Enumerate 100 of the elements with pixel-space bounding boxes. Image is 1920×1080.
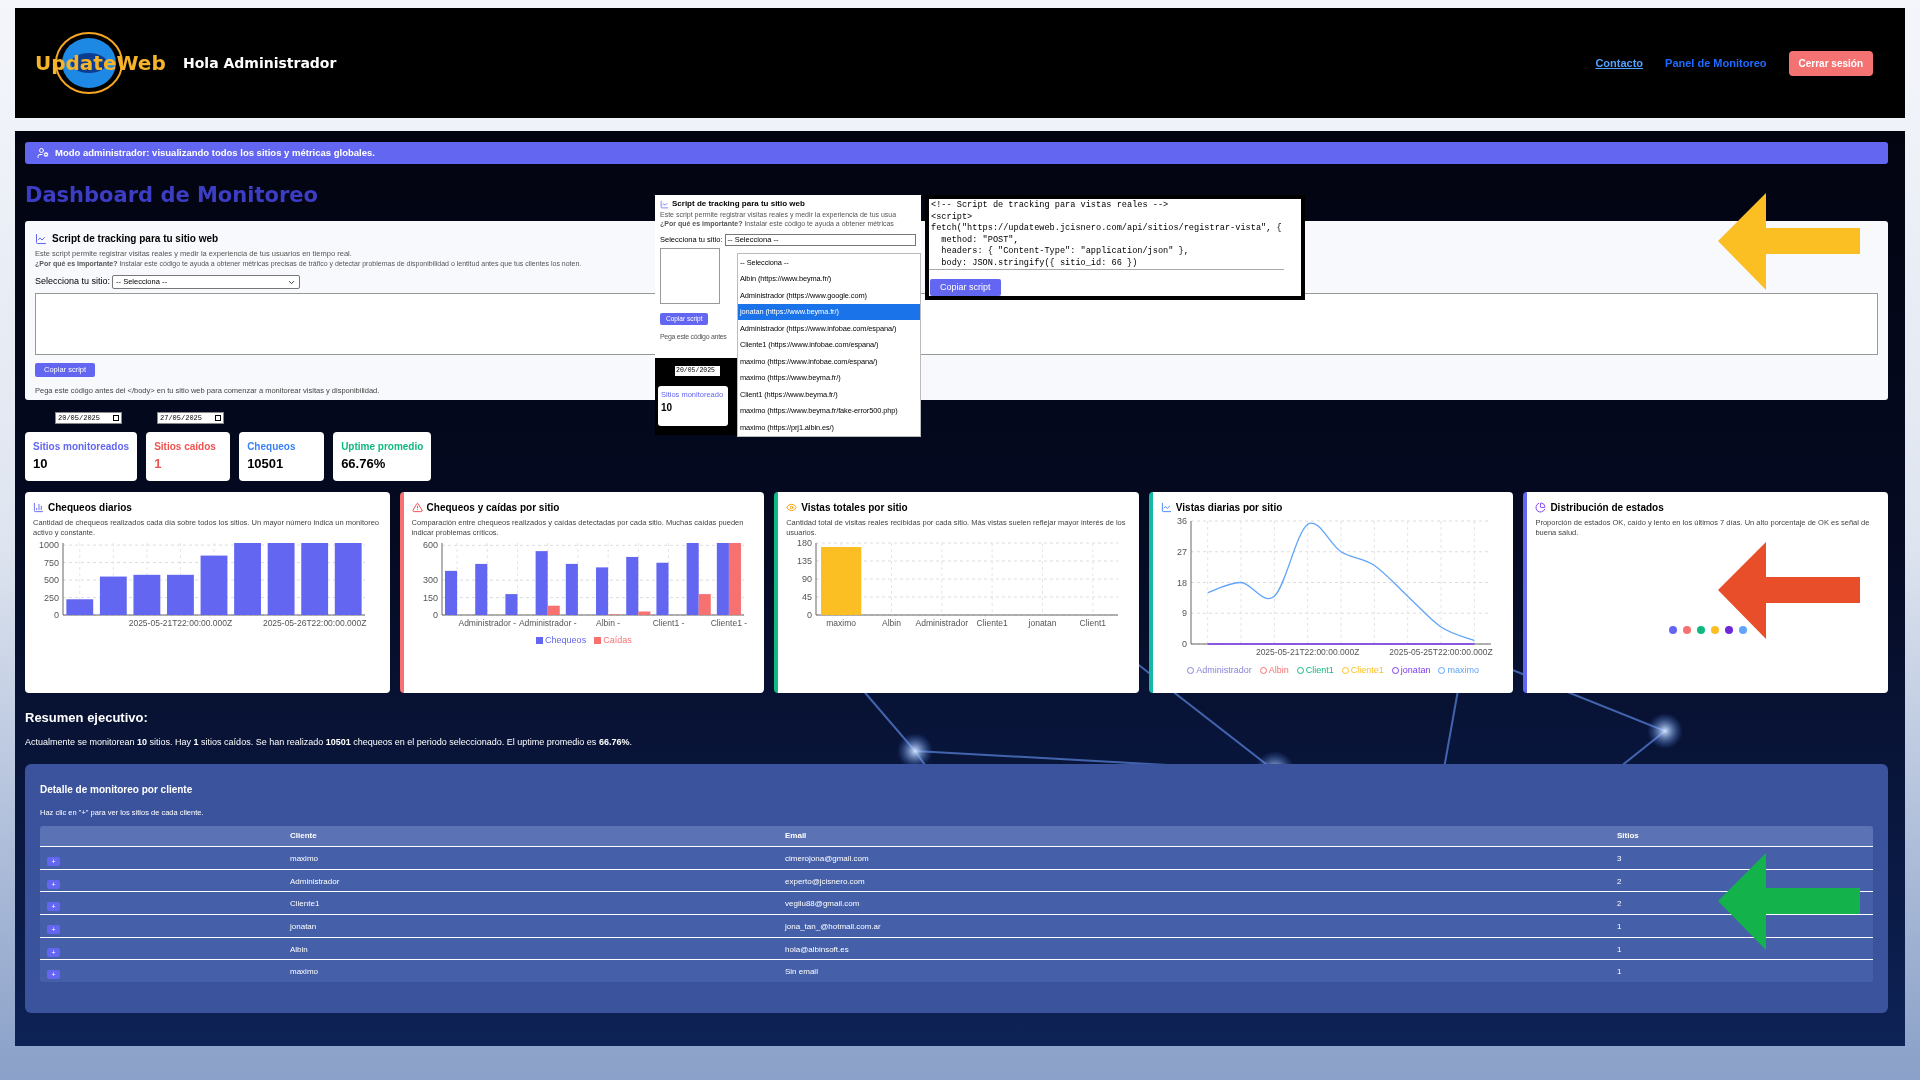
table-cell-text: Albin xyxy=(290,943,309,956)
table-cell-text: 1 xyxy=(1617,921,1623,934)
axis-label: 500 xyxy=(43,575,59,586)
column-header: Email xyxy=(785,830,807,843)
table-cell-text: jona_tan_@hotmail.com.ar xyxy=(785,921,882,934)
script-textarea[interactable] xyxy=(660,248,720,304)
table-cell-text: cimerojona@gmail.com xyxy=(785,853,870,866)
chart-bar xyxy=(301,543,329,615)
axis-label: 2025-05-26T22:00:00.000Z xyxy=(262,618,367,628)
chart-bar xyxy=(99,576,127,615)
legend-item: Chequeos xyxy=(536,634,587,648)
axis-label: 150 xyxy=(422,592,438,603)
stat-label: Uptime promedio xyxy=(341,440,424,454)
chart-bar xyxy=(334,543,362,615)
chart-bar xyxy=(444,570,457,615)
axis-label: 9 xyxy=(1181,608,1187,619)
axis-label: 18 xyxy=(1176,577,1187,588)
column-header: Sitios xyxy=(1617,830,1639,843)
table-cell-text: 1 xyxy=(1617,943,1623,956)
card-title: Script de tracking para tu sitio web xyxy=(52,232,219,246)
axis-label: 90 xyxy=(802,574,813,584)
chart-bar xyxy=(656,562,669,615)
axis-label: Albin xyxy=(882,618,902,628)
summary-text: Actualmente se monitorean 10 sitios. Hay 1 sitios caídos. Se han realizado 10501 chequeos en el periodo seleccionado. El uptime promedio es 66.76%. xyxy=(25,735,633,749)
chart-bar xyxy=(200,555,228,615)
user-settings-icon xyxy=(37,147,49,159)
stat-value: 66.76% xyxy=(341,455,387,473)
table-cell-text: Sin email xyxy=(785,966,819,979)
axis-label: 0 xyxy=(432,610,438,620)
chart-bar xyxy=(234,543,261,615)
chart-bar xyxy=(505,594,518,615)
axis-label: 27 xyxy=(1176,546,1187,557)
axis-label: 1000 xyxy=(38,540,59,551)
legend-item: Caídas xyxy=(594,634,632,648)
legend-item: jonatan xyxy=(1391,664,1431,678)
table-cell-text: 1 xyxy=(1617,966,1623,979)
chart-title: Chequeos y caídas por sitio xyxy=(426,501,560,515)
axis-label: 300 xyxy=(422,575,438,586)
axis-label: Administrador - xyxy=(458,618,516,628)
chart-bar xyxy=(565,563,578,615)
chart-bar xyxy=(167,574,194,615)
eye-icon xyxy=(786,502,798,513)
chart-title: Vistas diarias por sitio xyxy=(1175,501,1283,515)
axis-label: 2025-05-21T22:00:00.000Z xyxy=(1255,647,1360,657)
axis-label: maximo xyxy=(826,618,857,628)
stat-label: Chequeos xyxy=(247,440,296,454)
axis-label: 45 xyxy=(802,592,813,602)
line-chart-icon xyxy=(35,232,47,245)
warning-icon xyxy=(411,502,423,513)
pie-chart-icon xyxy=(1535,502,1547,513)
line-chart-icon xyxy=(660,199,669,209)
axis-label: Cliente1 xyxy=(976,618,1008,628)
table-cell-text: maximo xyxy=(290,853,319,866)
field-label: Selecciona tu sitio: xyxy=(35,275,111,289)
chart-title: Chequeos diarios xyxy=(48,501,132,515)
chart-bar xyxy=(133,574,161,615)
table-cell-text: experto@jcisnero.com xyxy=(785,875,866,888)
axis-label: Cliente1 - xyxy=(710,618,747,628)
axis-label: 250 xyxy=(43,592,59,603)
axis-label: 750 xyxy=(43,557,59,568)
page-title: Dashboard de Monitoreo xyxy=(25,182,318,208)
nav-link[interactable]: Panel de Monitoreo xyxy=(1665,54,1767,72)
chart-bar xyxy=(474,563,487,615)
legend-item: Client1 xyxy=(1296,664,1334,678)
greeting: Hola Administrador xyxy=(183,53,337,73)
chart-bar xyxy=(716,543,729,615)
stat-label: Sitios monitoreados xyxy=(33,440,130,454)
chart-title: Vistas totales por sitio xyxy=(801,501,908,515)
stat-label: Sitios caídos xyxy=(154,440,216,454)
chart-bar xyxy=(821,547,862,615)
banner-text: Modo administrador: visualizando todos los sitios y métricas globales. xyxy=(55,145,375,160)
line-chart-icon xyxy=(1160,502,1172,513)
chart-bar xyxy=(66,599,94,615)
legend-item: Cliente1 xyxy=(1341,664,1384,678)
copy-script-button[interactable]: Copiar script xyxy=(930,279,1001,297)
table-cell-text: Cliente1 xyxy=(290,898,321,911)
axis-label: 0 xyxy=(807,610,813,620)
axis-label: 2025-05-25T22:00:00.000Z xyxy=(1389,647,1493,657)
bar-chart-icon xyxy=(33,502,44,513)
axis-label: Client1 xyxy=(1079,618,1107,628)
card-title: Script de tracking para tu sitio web xyxy=(672,198,805,210)
table-cell-text: Administrador xyxy=(290,875,341,888)
axis-label: 600 xyxy=(422,540,438,551)
stat-value: 1 xyxy=(154,455,163,473)
table-cell-text: jonatan xyxy=(290,921,318,934)
axis-label: 180 xyxy=(797,538,813,548)
axis-label: Administrador - xyxy=(518,618,577,628)
legend-item: Albin xyxy=(1259,664,1289,678)
legend-item: maximo xyxy=(1438,664,1479,678)
table-cell-text: 2 xyxy=(1617,898,1623,911)
panel-title: Detalle de monitoreo por cliente xyxy=(40,783,194,797)
axis-label: 135 xyxy=(797,556,813,566)
axis-label: jonatan xyxy=(1028,618,1057,628)
axis-label: 36 xyxy=(1176,516,1187,526)
stat-value: 10 xyxy=(33,455,49,473)
table-cell-text: 3 xyxy=(1617,853,1623,866)
summary-title: Resumen ejecutivo: xyxy=(25,709,149,727)
table-cell-text: 2 xyxy=(1617,875,1623,888)
nav-link[interactable]: Contacto xyxy=(1595,54,1644,72)
table-cell-text: hola@albinsoft.es xyxy=(785,943,850,956)
